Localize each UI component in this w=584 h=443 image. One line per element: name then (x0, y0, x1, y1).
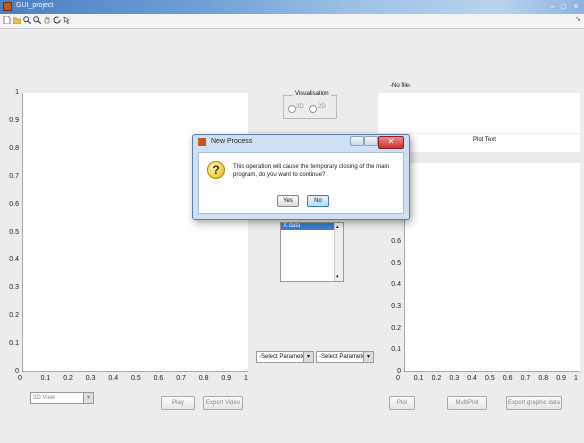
plot-button[interactable]: Plot (389, 396, 415, 410)
tick-label: 0 (18, 375, 22, 382)
play-button[interactable]: Play (161, 396, 195, 410)
tick-label: 0.1 (9, 340, 19, 348)
new-file-icon[interactable] (3, 16, 11, 24)
data-cursor-icon[interactable] (63, 16, 71, 24)
tick-label: 0.6 (502, 375, 513, 382)
tick-label: 0.2 (9, 312, 19, 320)
toolbar-dock-arrow-icon[interactable]: ➘ (575, 15, 581, 23)
matlab-icon (3, 2, 12, 11)
dialog-close-button[interactable]: ✕ (378, 136, 404, 149)
tick-label: 0.5 (485, 375, 495, 382)
maximize-button[interactable]: □ (558, 1, 569, 12)
tick-label: 0.1 (40, 375, 51, 382)
dialog-minimize-button[interactable] (350, 136, 364, 146)
file-info-panel (378, 93, 580, 133)
tick-label: 0.4 (108, 375, 119, 382)
tick-label: 0.5 (9, 228, 19, 236)
radio-2d[interactable] (309, 105, 317, 113)
visualisation-group: Visualisation 3D 2D (283, 91, 337, 119)
dialog-message: This operation will cause the temporary … (233, 164, 390, 178)
title-bar: GUI_project – □ × (0, 0, 584, 14)
tick-label: 0.3 (449, 375, 460, 382)
tick-label: 0.4 (391, 281, 401, 289)
radio-3d-label: 3D (296, 104, 304, 110)
tick-label: 0.8 (538, 375, 549, 382)
scroll-down-icon[interactable]: ▾ (336, 274, 339, 280)
dialog-maximize-button[interactable] (364, 136, 378, 146)
rotate-icon[interactable] (53, 16, 61, 24)
tick-label: 0.1 (391, 346, 401, 354)
zoom-out-icon[interactable] (33, 16, 41, 24)
matlab-icon (198, 138, 206, 146)
tick-label: 0.5 (391, 259, 401, 267)
pan-icon[interactable] (43, 16, 51, 24)
tick-label: 0.4 (467, 375, 477, 382)
minimize-button[interactable]: – (547, 1, 558, 12)
tick-label: 0 (397, 368, 401, 375)
multiplot-button[interactable]: MultiPlot (447, 396, 487, 410)
chevron-down-icon: ▾ (363, 352, 373, 362)
tick-label: 0.3 (85, 375, 96, 382)
tick-label: 0.1 (413, 375, 424, 382)
tick-label: 0.2 (391, 324, 401, 332)
visualisation-title: Visualisation (293, 91, 331, 97)
dialog-title-bar: New Process ✕ (193, 135, 409, 150)
file-name-label: -No file- (390, 83, 412, 89)
tick-label: 1 (15, 89, 19, 96)
listbox-scrollbar[interactable]: ▴ ▾ (334, 223, 343, 281)
dialog-body: ? This operation will cause the temporar… (198, 152, 404, 214)
tick-label: 0 (15, 368, 19, 375)
tick-label: 0.9 (9, 116, 19, 124)
chevron-down-icon: ▾ (83, 393, 93, 403)
export-video-button[interactable]: Export Video (203, 396, 243, 410)
tick-label: 0.3 (9, 284, 19, 292)
yes-button[interactable]: Yes (277, 195, 299, 207)
main-window: GUI_project – □ × ➘ 1 0.9 0.8 0.7 0.6 0.5 0.4 0… (0, 0, 584, 443)
right-plot-area[interactable] (404, 163, 580, 372)
tick-label: 0.2 (63, 375, 73, 382)
tick-label: 0.6 (9, 200, 19, 208)
parameter-select-1[interactable]: -Select Parameters- ▾ (256, 351, 314, 363)
dialog-title: New Process (211, 138, 253, 145)
tick-label: 1 (574, 375, 578, 382)
tick-label: 1 (244, 375, 248, 382)
scroll-up-icon[interactable]: ▴ (336, 224, 339, 230)
toolbar: ➘ (0, 14, 584, 29)
tick-label: 0.6 (153, 375, 164, 382)
tick-label: 0.7 (9, 172, 19, 180)
tick-label: 0 (396, 375, 400, 382)
tick-label: 0.5 (131, 375, 141, 382)
parameter-select-2[interactable]: -Select Parameters- ▾ (316, 351, 374, 363)
open-folder-icon[interactable] (13, 16, 21, 24)
export-graphic-data-button[interactable]: Export graphic data (506, 396, 562, 410)
zoom-in-icon[interactable] (23, 16, 31, 24)
plot-text-label: Plot Text (473, 137, 496, 143)
tick-label: 0.8 (198, 375, 209, 382)
tick-label: 0.6 (391, 238, 401, 245)
view-mode-select[interactable]: 3D View ▾ (30, 392, 94, 404)
tick-label: 0.4 (9, 256, 19, 264)
close-button[interactable]: × (570, 1, 582, 12)
new-process-dialog: New Process ✕ ? This operation will caus… (192, 134, 410, 220)
tick-label: 0.7 (176, 375, 186, 382)
tick-label: 0.9 (556, 375, 566, 382)
tick-label: 0.9 (221, 375, 232, 382)
tick-label: 0.7 (520, 375, 531, 382)
view-mode-value: 3D View (33, 395, 56, 401)
tick-label: 0.3 (391, 303, 401, 310)
right-axes-frame (404, 163, 580, 372)
window-title: GUI_project (16, 2, 54, 9)
chevron-down-icon: ▾ (303, 352, 313, 362)
tick-label: 0.2 (431, 375, 442, 382)
radio-3d[interactable] (288, 105, 296, 113)
data-listbox[interactable]: X data ▴ ▾ (280, 222, 344, 282)
radio-2d-label: 2D (318, 104, 326, 110)
listbox-selected-item[interactable]: X data (281, 223, 335, 230)
no-button[interactable]: No (307, 195, 329, 207)
tick-label: 0.8 (9, 144, 19, 152)
question-icon: ? (207, 161, 225, 179)
